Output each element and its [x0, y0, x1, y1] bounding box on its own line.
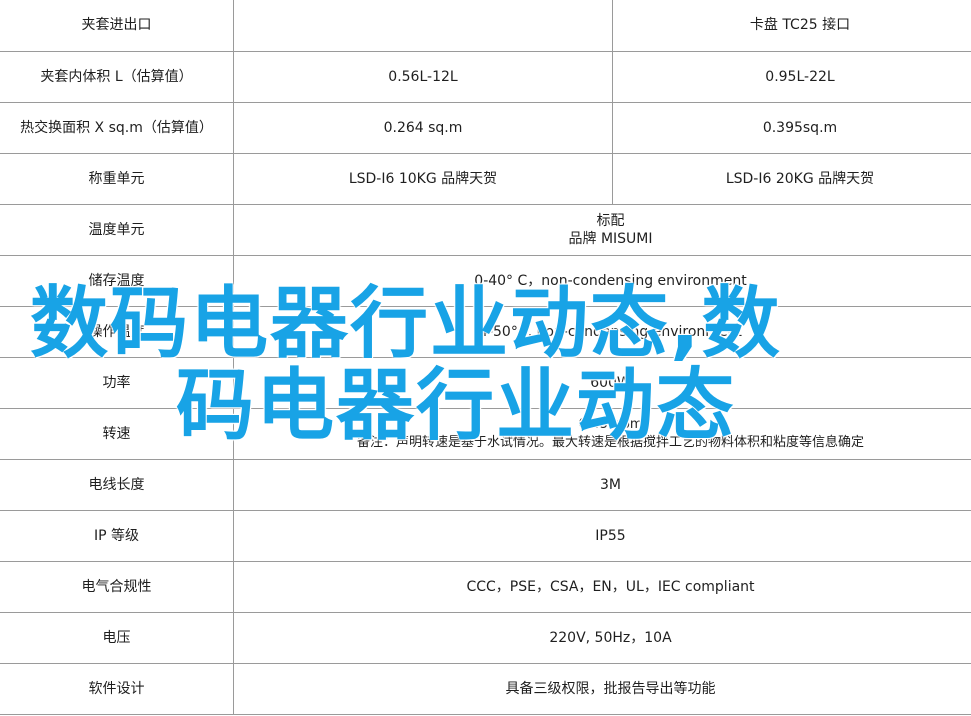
table-row: 电线长度 3M [0, 459, 971, 511]
row-value-a: LSD-I6 10KG 品牌天贺 [233, 153, 613, 205]
row-value-line: 4-50°C, non-condensing environment [479, 323, 742, 340]
table-row: 储存温度 0-40° C，non-condensing environment [0, 255, 971, 307]
row-value-line: 0-40° C，non-condensing environment [474, 272, 747, 289]
row-value-merged: 220V, 50Hz，10A [233, 612, 971, 664]
row-value-merged: 4-50°C, non-condensing environment [233, 306, 971, 358]
row-value-line: 具备三级权限，批报告导出等功能 [505, 680, 716, 697]
row-label: 功率 [0, 357, 234, 409]
table-row: 温度单元 标配 品牌 MISUMI [0, 204, 971, 256]
table-row: 夹套内体积 L（估算值） 0.56L-12L 0.95L-22L [0, 51, 971, 103]
row-label: 转速 [0, 408, 234, 460]
row-label: 操作温度 [0, 306, 234, 358]
table-row: 转速 0-450rpm 备注：声明转速是基于水试情况。最大转速是根据搅拌工艺的物… [0, 408, 971, 460]
row-value-merged: 0-450rpm 备注：声明转速是基于水试情况。最大转速是根据搅拌工艺的物料体积… [233, 408, 971, 460]
table-row: 操作温度 4-50°C, non-condensing environment [0, 306, 971, 358]
row-value-line: IP55 [595, 527, 626, 544]
table-row: 热交换面积 X sq.m（估算值） 0.264 sq.m 0.395sq.m [0, 102, 971, 154]
row-value-merged: IP55 [233, 510, 971, 562]
row-value-b: LSD-I6 20KG 品牌天贺 [612, 153, 971, 205]
row-value-merged: 3M [233, 459, 971, 511]
row-value-line: 品牌 MISUMI [568, 230, 653, 247]
row-label: 电气合规性 [0, 561, 234, 613]
table-row: 软件设计 具备三级权限，批报告导出等功能 [0, 663, 971, 715]
row-label: 称重单元 [0, 153, 234, 205]
table-row: 夹套进出口 卡盘 TC25 接口 [0, 0, 971, 52]
row-value-merged: 标配 品牌 MISUMI [233, 204, 971, 256]
row-value-b: 卡盘 TC25 接口 [612, 0, 971, 52]
row-label: 热交换面积 X sq.m（估算值） [0, 102, 234, 154]
row-value-line: 0-450rpm [578, 416, 643, 432]
row-label: IP 等级 [0, 510, 234, 562]
row-value-line: 备注：声明转速是基于水试情况。最大转速是根据搅拌工艺的物料体积和粘度等信息确定 [356, 434, 864, 450]
row-value-b: 0.395sq.m [612, 102, 971, 154]
table-row: 称重单元 LSD-I6 10KG 品牌天贺 LSD-I6 20KG 品牌天贺 [0, 153, 971, 205]
row-label: 电压 [0, 612, 234, 664]
row-value-a: 0.56L-12L [233, 51, 613, 103]
row-value-merged: 0-40° C，non-condensing environment [233, 255, 971, 307]
row-value-merged: CCC，PSE，CSA，EN，UL，IEC compliant [233, 561, 971, 613]
table-row: 电压 220V, 50Hz，10A [0, 612, 971, 664]
row-value-merged: 600W [233, 357, 971, 409]
spec-table: 夹套进出口 卡盘 TC25 接口 夹套内体积 L（估算值） 0.56L-12L … [0, 0, 971, 715]
table-row: 功率 600W [0, 357, 971, 409]
row-value-line: 3M [600, 476, 621, 493]
row-label: 夹套内体积 L（估算值） [0, 51, 234, 103]
row-value-line: 600W [590, 374, 631, 391]
table-row: IP 等级 IP55 [0, 510, 971, 562]
row-value-merged: 具备三级权限，批报告导出等功能 [233, 663, 971, 715]
row-label: 温度单元 [0, 204, 234, 256]
row-label: 储存温度 [0, 255, 234, 307]
row-label: 夹套进出口 [0, 0, 234, 52]
row-value-b: 0.95L-22L [612, 51, 971, 103]
row-value-line: 标配 [596, 212, 625, 229]
row-label: 电线长度 [0, 459, 234, 511]
table-row: 电气合规性 CCC，PSE，CSA，EN，UL，IEC compliant [0, 561, 971, 613]
row-value-line: CCC，PSE，CSA，EN，UL，IEC compliant [466, 578, 755, 595]
row-value-a [233, 0, 613, 52]
row-value-line: 220V, 50Hz，10A [549, 629, 672, 646]
row-label: 软件设计 [0, 663, 234, 715]
row-value-a: 0.264 sq.m [233, 102, 613, 154]
